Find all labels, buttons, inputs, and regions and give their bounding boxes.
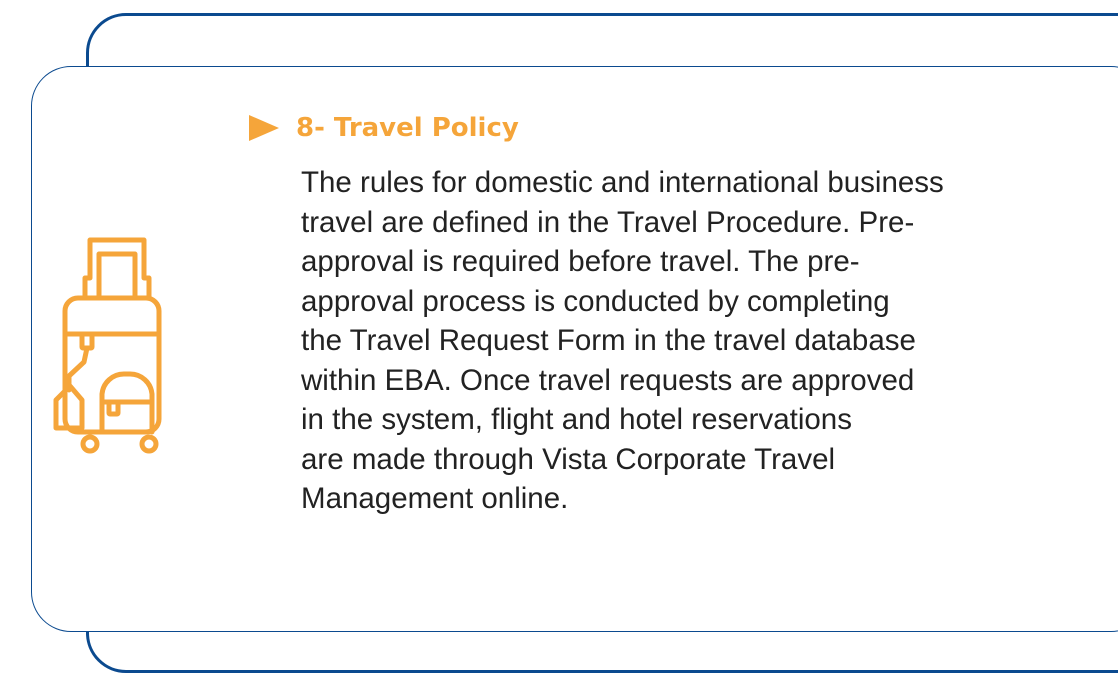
- paragraph-line: are made through Vista Corporate Travel: [301, 442, 836, 476]
- paragraph-line: approval is required before travel. The …: [301, 245, 860, 278]
- luggage-icon: [53, 237, 162, 454]
- triangle-bullet-icon: [249, 115, 279, 141]
- paragraph-line: Management online.: [301, 482, 569, 515]
- section-heading-row: 8- Travel Policy: [249, 108, 519, 148]
- section-heading: 8- Travel Policy: [296, 113, 519, 143]
- paragraph-line: approval process is conducted by complet…: [301, 284, 890, 318]
- policy-paragraph: The rules for domestic and international…: [301, 163, 1118, 519]
- page: 8- Travel Policy The rules for domestic …: [0, 0, 1118, 683]
- paragraph-line: the Travel Request Form in the travel da…: [301, 324, 916, 357]
- paragraph-line: travel are defined in the Travel Procedu…: [301, 205, 915, 239]
- paragraph-line: in the system, flight and hotel reservat…: [301, 403, 852, 436]
- paragraph-line: The rules for domestic and international…: [301, 166, 944, 199]
- paragraph-line: within EBA. Once travel requests are app…: [301, 363, 915, 397]
